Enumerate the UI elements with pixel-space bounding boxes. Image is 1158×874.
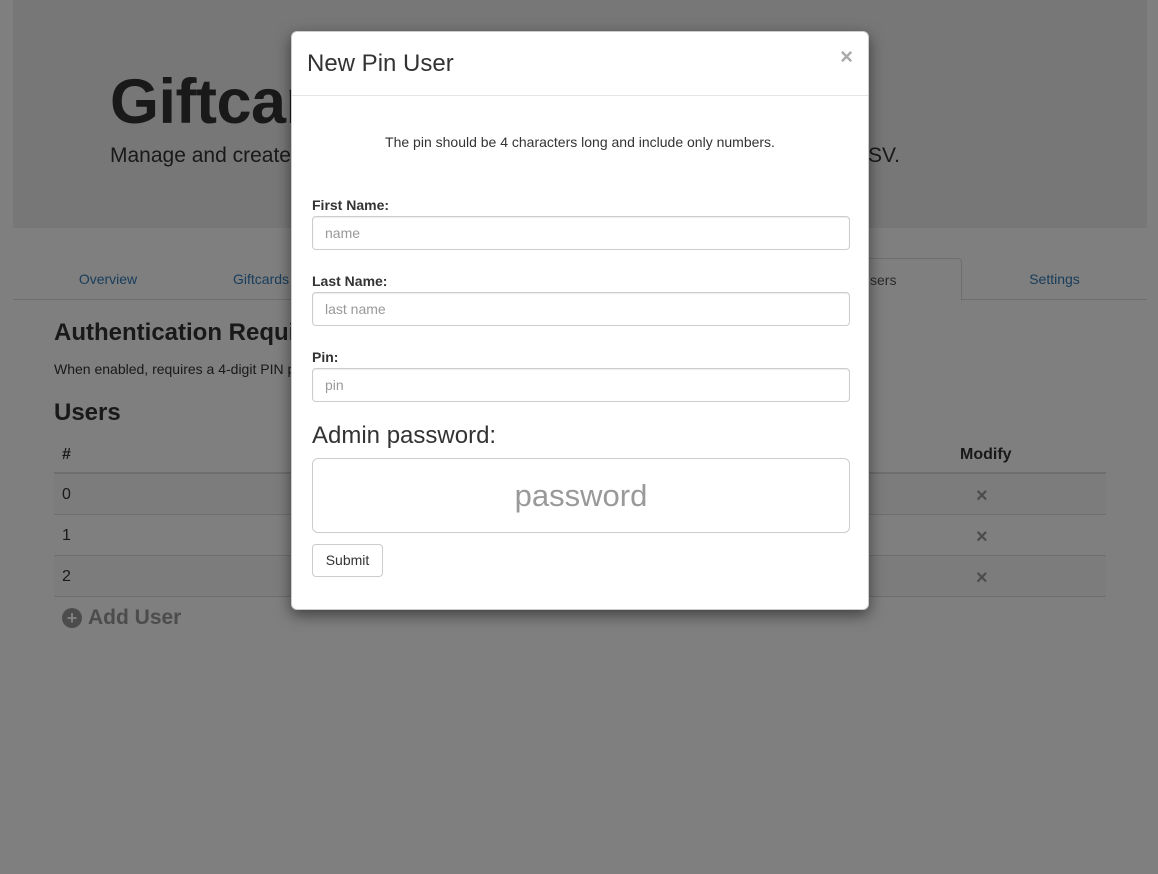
new-pin-user-modal: New Pin User × The pin should be 4 chara… [291, 31, 869, 610]
admin-password-label: Admin password: [312, 422, 497, 449]
modal-title: New Pin User [307, 50, 454, 77]
first-name-input[interactable] [312, 216, 850, 250]
pin-input[interactable] [312, 368, 850, 402]
last-name-label: Last Name: [312, 273, 388, 289]
submit-button[interactable]: Submit [312, 544, 383, 577]
pin-label: Pin: [312, 349, 339, 365]
last-name-input[interactable] [312, 292, 850, 326]
first-name-label: First Name: [312, 197, 390, 213]
pin-hint-text: The pin should be 4 characters long and … [385, 134, 775, 150]
modal-header: New Pin User × [292, 32, 868, 96]
admin-password-input[interactable] [312, 458, 850, 533]
close-icon[interactable]: × [840, 46, 853, 68]
